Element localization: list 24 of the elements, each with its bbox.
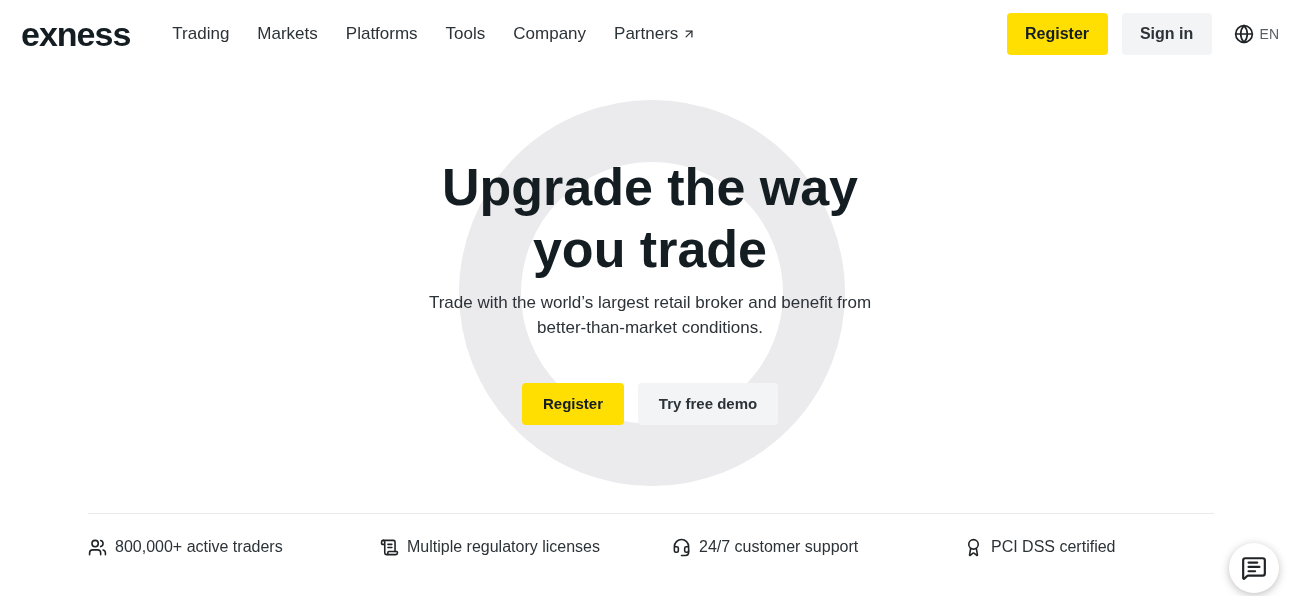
feature-text: 800,000+ active traders xyxy=(115,537,283,557)
nav-link[interactable]: Trading xyxy=(172,21,230,47)
feature-text: Multiple regulatory licenses xyxy=(407,537,600,557)
register-button[interactable]: Register xyxy=(522,383,624,425)
language-selector[interactable]: EN xyxy=(1233,23,1279,45)
nav-link[interactable]: Tools xyxy=(445,21,486,47)
nav-link[interactable]: Markets xyxy=(257,21,318,47)
globe-icon xyxy=(1233,24,1254,44)
logo[interactable]: exness xyxy=(21,17,131,51)
sign-in-button[interactable]: Sign in xyxy=(1121,13,1212,55)
people-icon xyxy=(88,537,107,557)
chat-icon xyxy=(1241,555,1267,581)
headset-icon xyxy=(672,537,691,557)
nav-link[interactable]: Platforms xyxy=(345,21,418,47)
chat-button[interactable] xyxy=(1229,543,1279,593)
nav-link[interactable]: Company xyxy=(513,21,587,47)
feature-text: 24/7 customer support xyxy=(699,537,859,557)
nav-link[interactable]: Partners xyxy=(614,21,697,47)
demo-button[interactable]: Try free demo xyxy=(638,383,778,425)
hero-subtitle: Trade with the world’s largest retail broker and benefit from better-than-market conditions. xyxy=(428,292,872,339)
register-button[interactable]: Register xyxy=(1006,13,1108,55)
feature-text: PCI DSS certified xyxy=(991,537,1116,557)
hero-title: Upgrade the way you trade xyxy=(441,157,859,280)
scroll-icon xyxy=(380,537,399,557)
